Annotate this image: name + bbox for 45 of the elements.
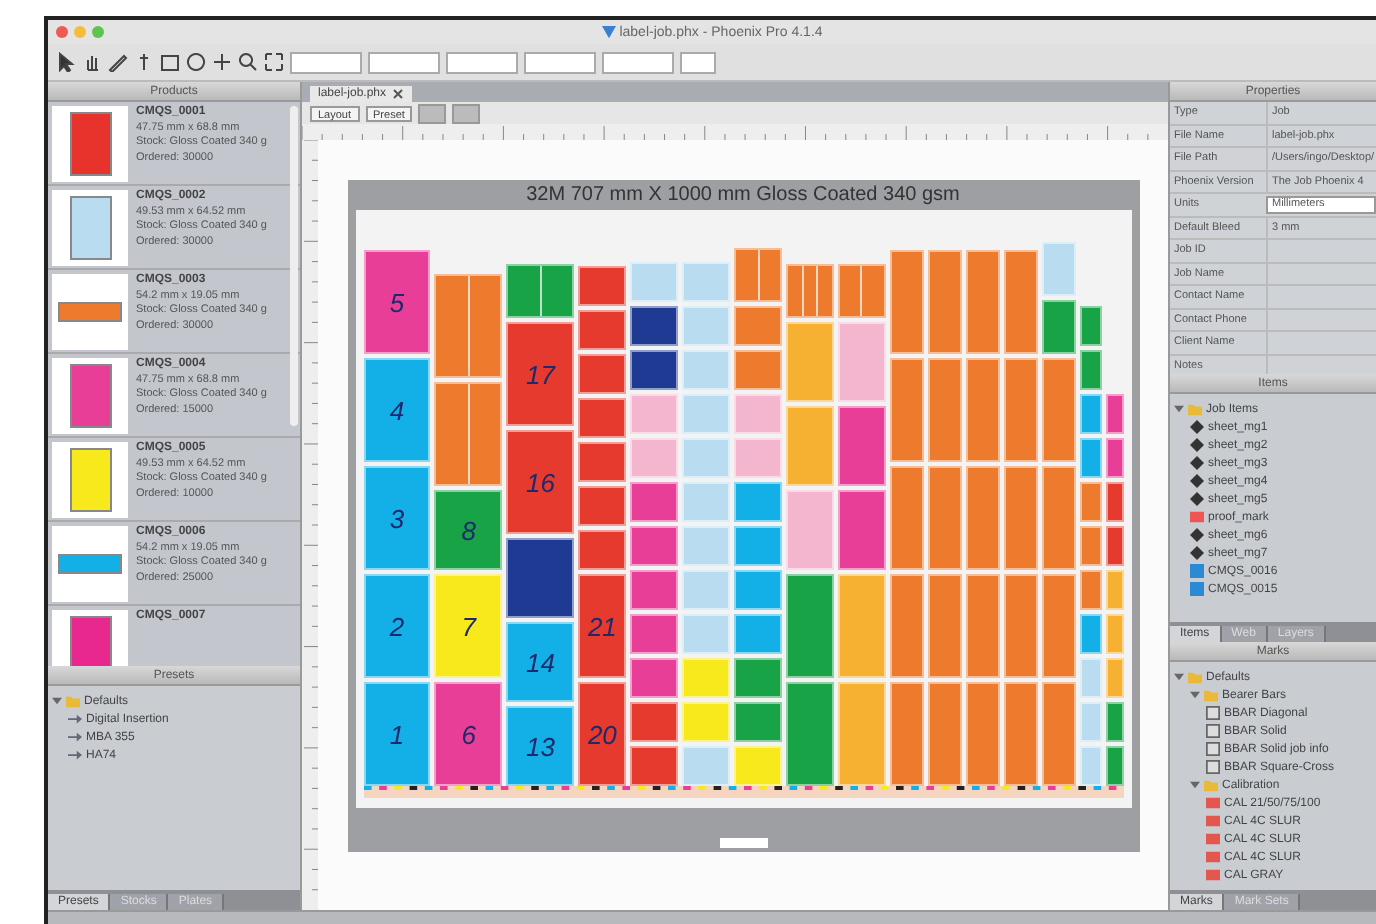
mark-icon: [1190, 510, 1204, 524]
folder-icon: [1188, 402, 1202, 416]
folder-icon: [66, 694, 80, 708]
label-tile: 8: [434, 490, 503, 570]
pointer-icon[interactable]: [56, 52, 76, 72]
caret-icon[interactable]: [1190, 690, 1200, 700]
label-tile: 21: [578, 574, 627, 678]
caret-icon[interactable]: [1174, 672, 1184, 682]
document-icon: [601, 25, 616, 39]
caret-icon[interactable]: [1174, 404, 1184, 414]
label-tile: 1: [363, 682, 431, 786]
zoom-field[interactable]: [290, 51, 362, 73]
label-tile: 7: [434, 574, 503, 678]
input-field[interactable]: [368, 51, 440, 73]
close-icon[interactable]: [392, 88, 405, 100]
pen-icon[interactable]: [108, 52, 128, 72]
label-tile: 17: [506, 322, 575, 426]
label-tile: 16: [506, 430, 575, 534]
caret-icon[interactable]: [52, 696, 62, 706]
label-tile: 20: [578, 682, 627, 786]
input-field[interactable]: [602, 51, 674, 73]
sheet-title: 32M 707 mm X 1000 mm Gloss Coated 340 gsm: [524, 182, 962, 210]
label-tile: 3: [363, 466, 431, 570]
caret-icon[interactable]: [1190, 780, 1200, 790]
label-tile: 4: [363, 358, 431, 462]
label-tile: 6: [434, 682, 503, 786]
input-field[interactable]: [680, 51, 716, 73]
close-button[interactable]: [56, 26, 68, 38]
label-tile: 5: [363, 250, 431, 354]
scrollbar[interactable]: [290, 106, 298, 426]
pin-icon[interactable]: [134, 52, 154, 72]
circle-icon[interactable]: [186, 52, 206, 72]
sheet-label: [719, 838, 767, 848]
toolbar-button[interactable]: [452, 103, 481, 123]
input-field[interactable]: [524, 51, 596, 73]
label-tile: 14: [506, 622, 575, 702]
fit-icon[interactable]: [264, 52, 284, 72]
label-tile: 2: [363, 574, 431, 678]
rectangle-icon[interactable]: [160, 52, 180, 72]
crosshair-icon[interactable]: [212, 52, 232, 72]
zoom-icon[interactable]: [238, 52, 258, 72]
input-field[interactable]: [446, 51, 518, 73]
label-tile: 13: [506, 706, 575, 786]
toolbar-button[interactable]: [418, 103, 447, 123]
folder-icon: [1204, 778, 1218, 792]
